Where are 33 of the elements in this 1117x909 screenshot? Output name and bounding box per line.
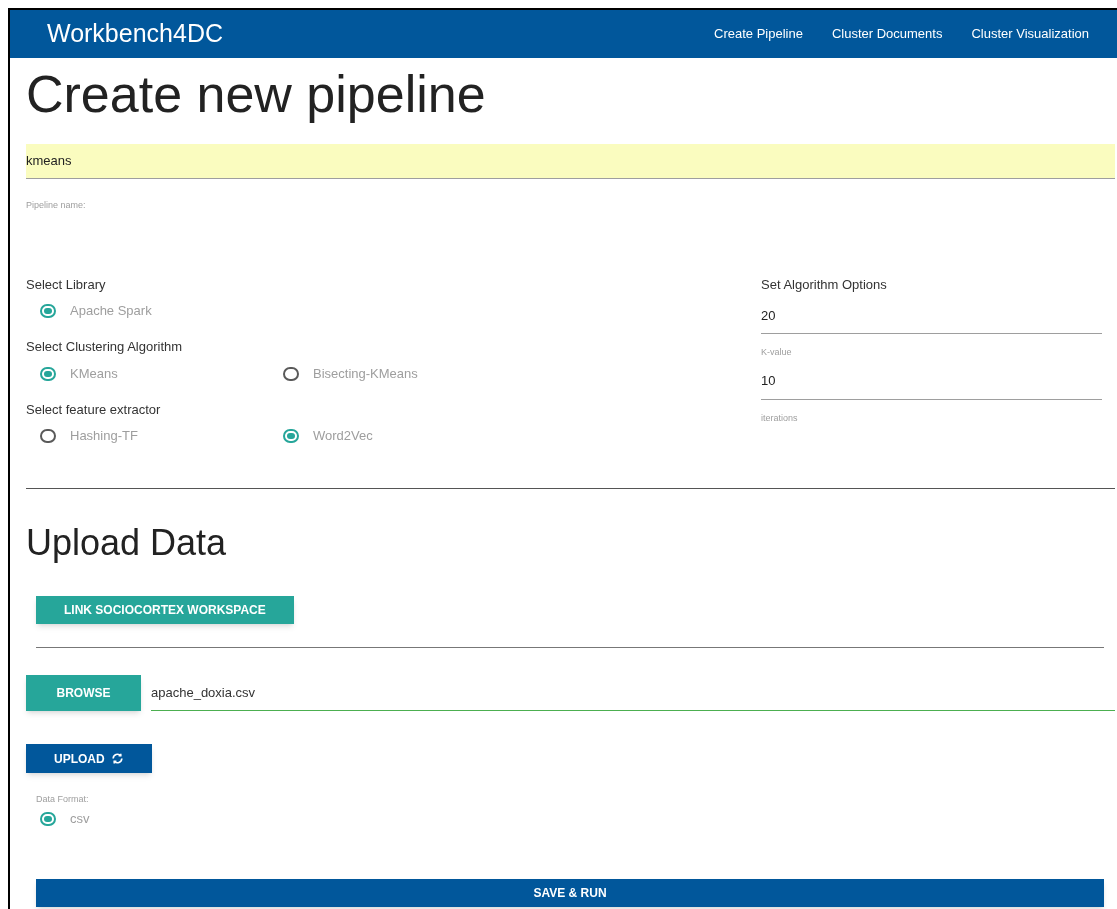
file-path-field[interactable]: apache_doxia.csv [151, 675, 1115, 711]
radio-button[interactable] [40, 429, 56, 443]
pipeline-name-field[interactable]: kmeans [26, 144, 1115, 179]
radio-label: Bisecting-KMeans [313, 364, 418, 383]
upload-button[interactable]: UPLOAD [26, 744, 152, 773]
radio-label: KMeans [70, 364, 118, 383]
nav-link[interactable]: Cluster Visualization [971, 24, 1089, 44]
refresh-icon [110, 752, 124, 765]
radio-button[interactable] [40, 811, 56, 826]
brand-logo[interactable]: Workbench4DC [47, 15, 714, 53]
field-label: Pipeline name: [26, 199, 87, 212]
number-input[interactable]: 10 [761, 373, 1102, 400]
radio-button[interactable] [40, 304, 56, 318]
radio-button[interactable] [40, 366, 56, 381]
nav-link[interactable]: Cluster Documents [831, 24, 943, 44]
helper-text: K-value [761, 346, 793, 359]
field-label: Data Format: [36, 793, 90, 806]
radio-label: Apache Spark [70, 302, 152, 321]
section-label: Select Clustering Algorithm [26, 338, 184, 356]
radio-button[interactable] [283, 429, 299, 443]
radio-label: Hashing-TF [70, 427, 138, 446]
section-label: Set Algorithm Options [761, 275, 888, 294]
section-label: Select Library [26, 275, 107, 294]
save-run-button[interactable]: SAVE & RUN [36, 878, 1104, 907]
page-title: Create new pipeline [26, 64, 487, 125]
number-input[interactable]: 20 [761, 308, 1102, 334]
nav-link[interactable]: Create Pipeline [714, 24, 803, 44]
section-label: Select feature extractor [26, 400, 162, 419]
radio-label: csv [70, 809, 90, 828]
helper-text: iterations [761, 411, 799, 425]
radio-button[interactable] [283, 366, 299, 381]
section-title: Upload Data [26, 523, 228, 563]
radio-label: Word2Vec [313, 427, 373, 446]
